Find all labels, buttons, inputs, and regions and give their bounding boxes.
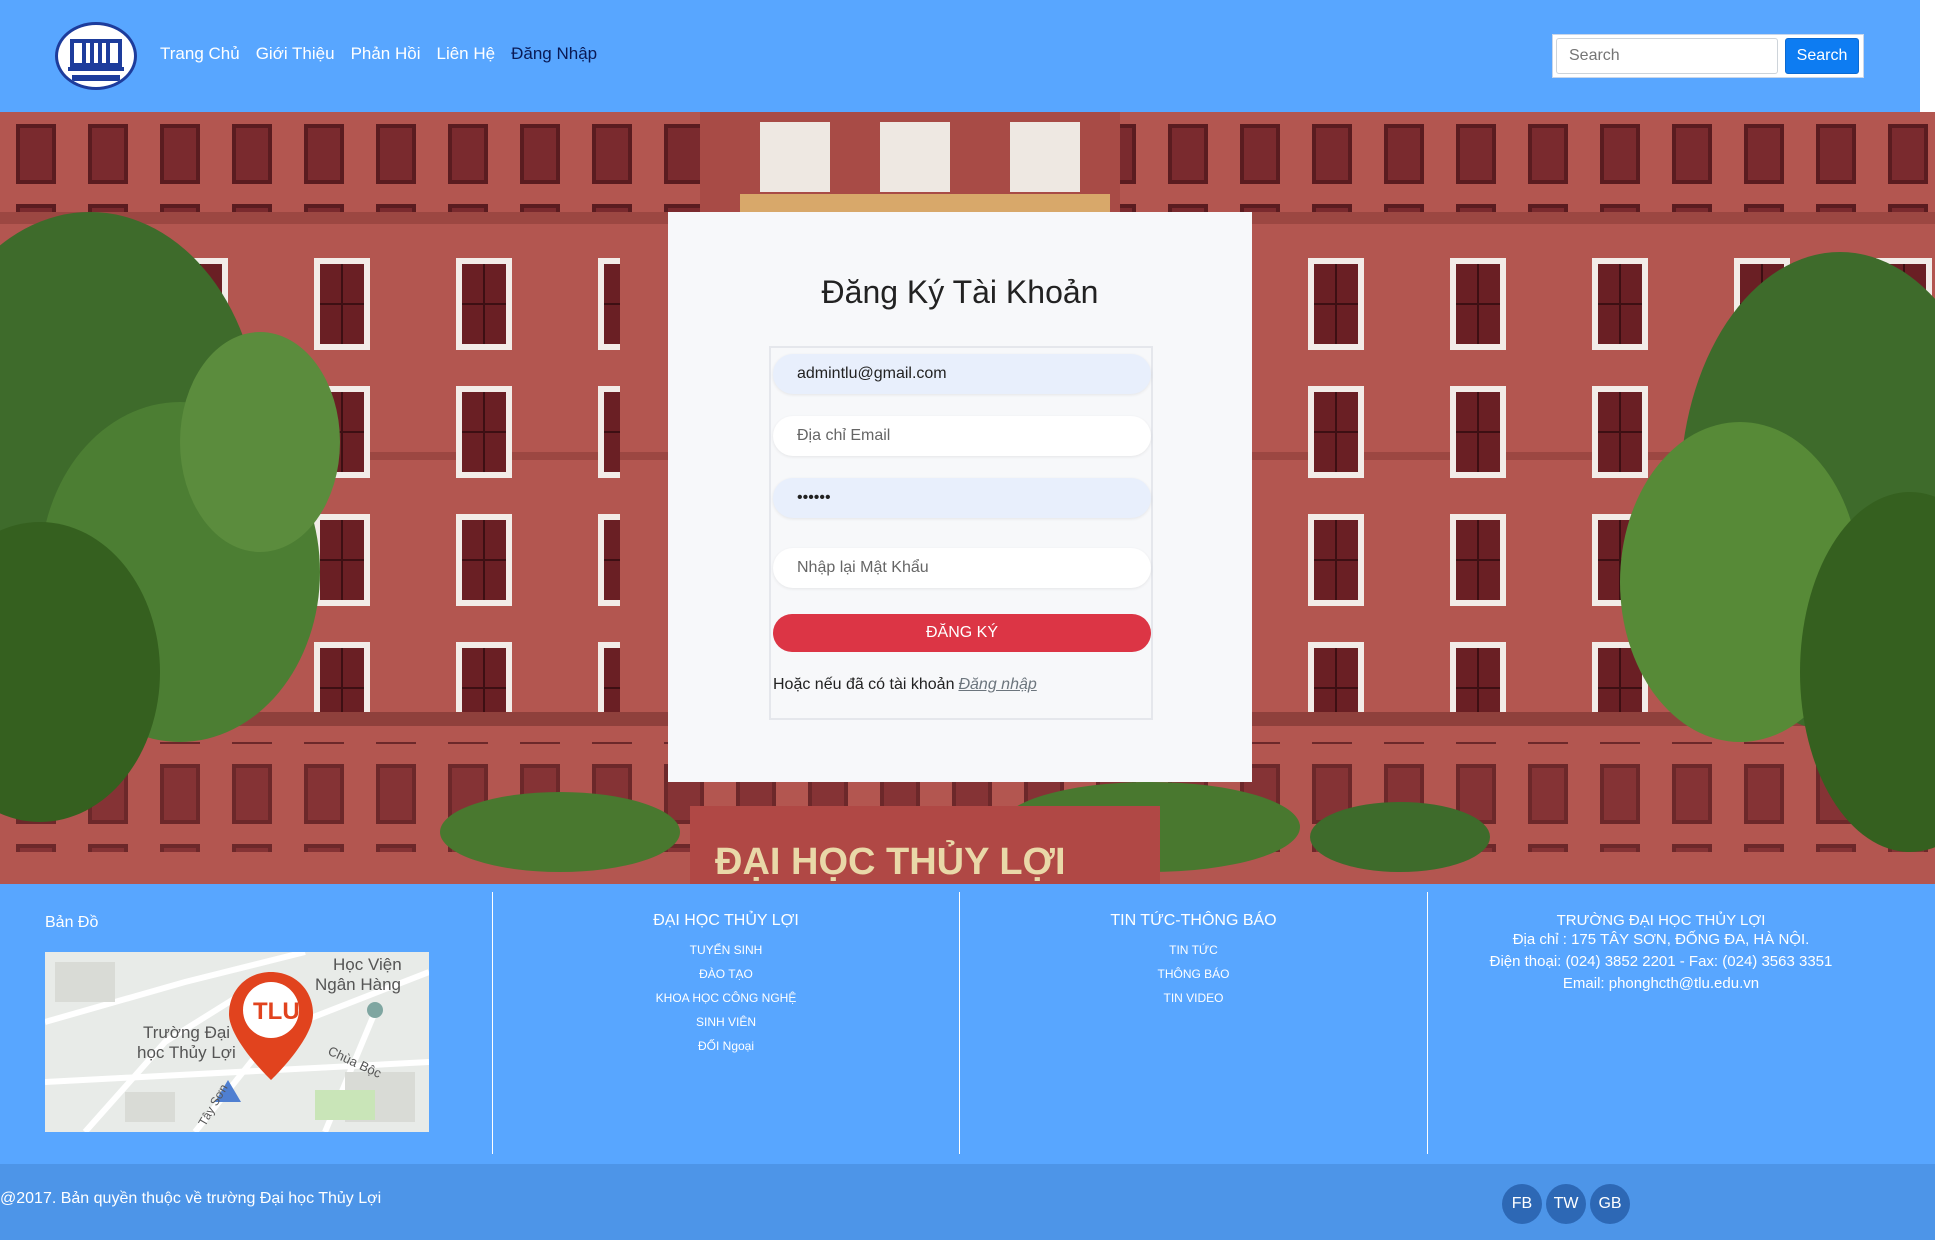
nav-link-login[interactable]: Đăng Nhập	[511, 44, 597, 64]
footer-col-news: TIN TỨC-THÔNG BÁO TIN TỨC THÔNG BÁO TIN …	[961, 912, 1426, 1010]
footer-col-title: TIN TỨC-THÔNG BÁO	[1110, 912, 1277, 929]
footer-link-science[interactable]: KHOA HỌC CÔNG NGHỆ	[656, 991, 797, 1005]
footer-divider	[1427, 892, 1428, 1154]
footer-col-title: ĐẠI HỌC THỦY LỢI	[653, 912, 799, 929]
copyright-text: @2017. Bản quyền thuộc về trường Đại học…	[0, 1190, 382, 1207]
search-button[interactable]: Search	[1785, 38, 1859, 74]
footer-link-students[interactable]: SINH VIÊN	[696, 1015, 756, 1029]
footer-address: Địa chỉ : 175 TÂY SƠN, ĐỐNG ĐA, HÀ NỘI.	[1512, 931, 1810, 948]
map-label-institute-1: Học Viện	[333, 955, 402, 974]
copyright-bar: @2017. Bản quyền thuộc về trường Đại học…	[0, 1164, 1935, 1240]
nav-link-about[interactable]: Giới Thiệu	[256, 44, 335, 64]
nav-link-contact[interactable]: Liên Hệ	[437, 44, 496, 64]
password-input[interactable]	[773, 478, 1151, 518]
confirm-password-input[interactable]	[773, 548, 1151, 588]
page-edge	[1920, 0, 1935, 112]
email-input[interactable]	[773, 416, 1151, 456]
search-input[interactable]	[1556, 38, 1778, 74]
footer-link-video[interactable]: TIN VIDEO	[1163, 991, 1223, 1005]
nav-link-home[interactable]: Trang Chủ	[160, 44, 240, 64]
username-input[interactable]	[773, 354, 1151, 394]
campus-map[interactable]: TLU Học Viện Ngân Hàng Trường Đại học Th…	[45, 952, 429, 1132]
twitter-button[interactable]: TW	[1546, 1184, 1586, 1224]
footer-col-university: ĐẠI HỌC THỦY LỢI TUYỂN SINH ĐÀO TẠO KHOA…	[494, 912, 958, 1058]
register-card: Đăng Ký Tài Khoản ĐĂNG KÝ Hoặc nếu đã có…	[668, 212, 1252, 782]
footer-link-announcements[interactable]: THÔNG BÁO	[1157, 967, 1229, 981]
map-marker-label: TLU	[253, 998, 300, 1025]
register-form: ĐĂNG KÝ Hoặc nếu đã có tài khoảnĐăng nhậ…	[769, 346, 1153, 720]
university-logo[interactable]	[55, 22, 137, 90]
nav-link-feedback[interactable]: Phản Hồi	[351, 44, 421, 64]
map-title: Bản Đồ	[45, 914, 99, 931]
map-label-school-1: Trường Đại	[143, 1023, 230, 1042]
footer-email: Email: phonghcth@tlu.edu.vn	[1562, 975, 1760, 992]
footer-col-contact: TRƯỜNG ĐẠI HỌC THỦY LỢI Địa chỉ : 175 TÂ…	[1429, 912, 1893, 995]
footer-link-training[interactable]: ĐÀO TẠO	[699, 967, 753, 981]
login-link[interactable]: Đăng nhập	[958, 676, 1036, 693]
login-prompt-line: Hoặc nếu đã có tài khoản Đăng nhập	[773, 676, 1037, 694]
footer-link-external[interactable]: ĐỐI Ngoại	[698, 1039, 754, 1053]
top-navbar: Trang Chủ Giới Thiệu Phản Hồi Liên Hệ Đă…	[0, 0, 1920, 112]
register-button[interactable]: ĐĂNG KÝ	[773, 614, 1151, 652]
facebook-button[interactable]: FB	[1502, 1184, 1542, 1224]
footer-link-news[interactable]: TIN TỨC	[1169, 943, 1218, 957]
search-form: Search	[1552, 34, 1864, 78]
footer-divider	[492, 892, 493, 1154]
footer-col-title: TRƯỜNG ĐẠI HỌC THỦY LỢI	[1556, 912, 1766, 929]
login-prompt-text: Hoặc nếu đã có tài khoản	[773, 676, 955, 693]
footer-link-admissions[interactable]: TUYỂN SINH	[690, 943, 763, 957]
campus-sign-text: ĐẠI HỌC THỦY LỢI	[715, 839, 1066, 883]
footer-phone: Điện thoại: (024) 3852 2201 - Fax: (024)…	[1489, 953, 1833, 970]
main-nav: Trang Chủ Giới Thiệu Phản Hồi Liên Hệ Đă…	[160, 44, 613, 64]
map-label-school-2: học Thủy Lợi	[137, 1043, 236, 1062]
register-title: Đăng Ký Tài Khoản	[821, 274, 1099, 310]
map-label-institute-2: Ngân Hàng	[315, 975, 401, 994]
footer-divider	[959, 892, 960, 1154]
google-button[interactable]: GB	[1590, 1184, 1630, 1224]
footer: Bản Đồ TLU Học Viện Ngân Hàng Trường Đại…	[0, 884, 1935, 1164]
